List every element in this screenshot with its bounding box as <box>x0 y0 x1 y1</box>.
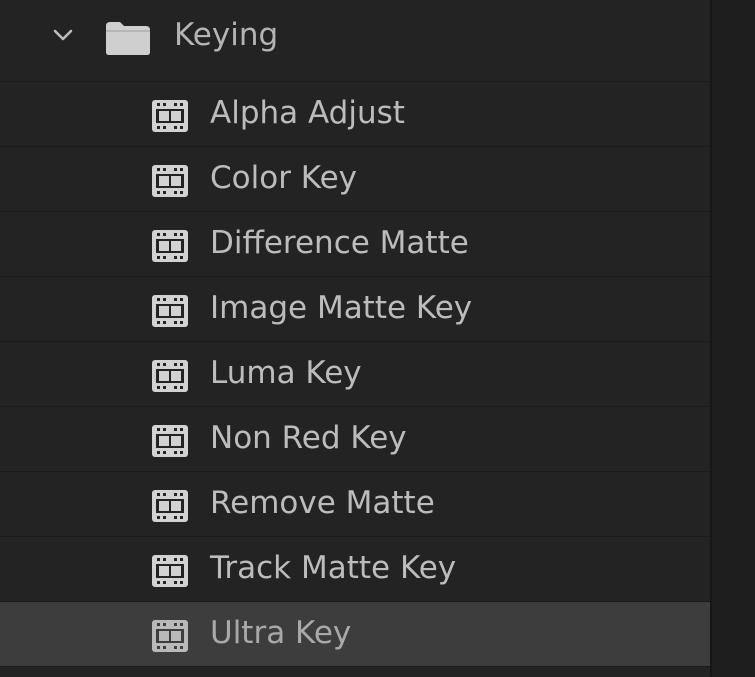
video-effect-icon <box>152 295 188 327</box>
video-effect-icon <box>152 360 188 392</box>
item-label: Difference Matte <box>210 225 469 261</box>
item-label: Alpha Adjust <box>210 95 405 131</box>
item-label: Remove Matte <box>210 485 435 521</box>
effects-panel: Keying Alpha Adjust Color Key Difference… <box>0 0 710 677</box>
list-item[interactable]: Color Key <box>0 147 710 212</box>
video-effect-icon <box>152 425 188 457</box>
video-effect-icon <box>152 620 188 652</box>
item-label: Ultra Key <box>210 615 352 651</box>
folder-label: Keying <box>174 16 279 53</box>
item-label: Image Matte Key <box>210 290 473 326</box>
list-item[interactable]: Luma Key <box>0 342 710 407</box>
list-item[interactable]: Image Matte Key <box>0 277 710 342</box>
video-effect-icon <box>152 100 188 132</box>
folder-icon <box>106 21 150 55</box>
item-label: Color Key <box>210 160 357 196</box>
video-effect-icon <box>152 165 188 197</box>
list-item[interactable]: Track Matte Key <box>0 537 710 602</box>
folder-row-keying[interactable]: Keying <box>0 0 710 82</box>
list-item-selected[interactable]: Ultra Key <box>0 602 710 667</box>
chevron-down-icon[interactable] <box>52 24 74 46</box>
item-label: Luma Key <box>210 355 362 391</box>
list-item[interactable]: Non Red Key <box>0 407 710 472</box>
panel-gutter <box>710 0 755 677</box>
video-effect-icon <box>152 490 188 522</box>
video-effect-icon <box>152 230 188 262</box>
item-label: Track Matte Key <box>210 550 457 586</box>
video-effect-icon <box>152 555 188 587</box>
list-item[interactable]: Difference Matte <box>0 212 710 277</box>
list-item[interactable]: Remove Matte <box>0 472 710 537</box>
list-item[interactable]: Alpha Adjust <box>0 82 710 147</box>
item-label: Non Red Key <box>210 420 407 456</box>
